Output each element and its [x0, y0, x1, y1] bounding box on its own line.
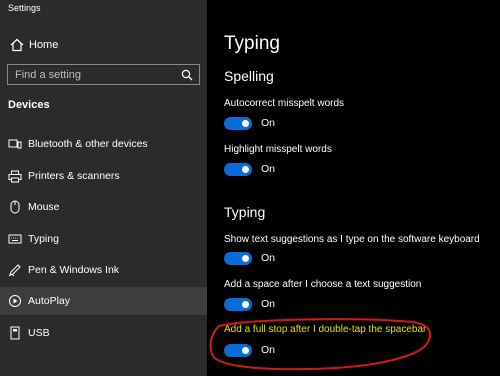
printer-icon	[7, 168, 23, 184]
toggle-switch[interactable]	[224, 297, 252, 311]
sidebar-item-label: Pen & Windows Ink	[28, 264, 120, 276]
section-heading-spelling: Spelling	[224, 68, 274, 84]
nav-home-label: Home	[29, 39, 59, 51]
page-title: Typing	[224, 33, 280, 54]
toggle-state: On	[261, 344, 276, 356]
toggle-knob	[242, 346, 249, 354]
toggle-state: On	[261, 252, 276, 264]
keyboard-icon	[7, 231, 23, 247]
autoplay-icon	[7, 293, 23, 309]
sidebar-item-label: Typing	[28, 233, 59, 245]
search-icon[interactable]	[178, 66, 196, 84]
option-label-full-stop: Add a full stop after I double-tap the s…	[224, 324, 427, 335]
sidebar-item-label: Bluetooth & other devices	[28, 138, 148, 150]
toggle-switch[interactable]	[224, 343, 252, 357]
option-label-autocorrect: Autocorrect misspelt words	[224, 98, 345, 109]
toggle-switch[interactable]	[224, 251, 252, 265]
home-icon	[9, 37, 25, 53]
app-title: Settings	[8, 3, 41, 13]
option-label-suggestions: Show text suggestions as I type on the s…	[224, 234, 480, 245]
option-label-highlight: Highlight misspelt words	[224, 144, 332, 155]
toggle-state: On	[261, 298, 276, 310]
sidebar-section-devices: Devices	[8, 99, 50, 111]
sidebar-item-printers[interactable]: Printers & scanners	[0, 162, 207, 190]
section-heading-typing: Typing	[224, 204, 266, 220]
toggle-state: On	[261, 163, 276, 175]
pen-icon	[7, 262, 23, 278]
sidebar-item-pen[interactable]: Pen & Windows Ink	[0, 256, 207, 284]
toggle-state: On	[261, 117, 276, 129]
toggle-highlight[interactable]: On	[224, 162, 275, 176]
nav-home[interactable]: Home	[0, 33, 207, 57]
toggle-switch[interactable]	[224, 162, 252, 176]
sidebar-item-typing[interactable]: Typing	[0, 225, 207, 253]
mouse-icon	[7, 199, 23, 215]
sidebar-item-label: USB	[28, 327, 50, 339]
usb-icon	[7, 325, 23, 341]
option-label-add-space: Add a space after I choose a text sugges…	[224, 279, 422, 290]
toggle-add-space[interactable]: On	[224, 297, 275, 311]
sidebar-item-mouse[interactable]: Mouse	[0, 193, 207, 221]
toggle-autocorrect[interactable]: On	[224, 116, 275, 130]
sidebar-item-autoplay[interactable]: AutoPlay	[0, 287, 207, 315]
bluetooth-icon	[7, 136, 23, 152]
toggle-knob	[242, 254, 249, 262]
sidebar-item-bluetooth[interactable]: Bluetooth & other devices	[0, 130, 207, 158]
toggle-full-stop[interactable]: On	[224, 343, 275, 357]
search-placeholder: Find a setting	[15, 68, 82, 81]
toggle-knob	[242, 165, 249, 173]
sidebar: Settings Home Find a setting Devices Blu…	[0, 0, 207, 376]
toggle-suggestions[interactable]: On	[224, 251, 275, 265]
toggle-knob	[242, 119, 249, 127]
sidebar-item-label: AutoPlay	[28, 295, 71, 307]
main-panel	[207, 0, 500, 376]
toggle-knob	[242, 300, 249, 308]
sidebar-item-usb[interactable]: USB	[0, 319, 207, 347]
toggle-switch[interactable]	[224, 116, 252, 130]
sidebar-item-label: Printers & scanners	[28, 170, 120, 182]
sidebar-item-label: Mouse	[28, 201, 60, 213]
search-input[interactable]: Find a setting	[7, 64, 200, 85]
